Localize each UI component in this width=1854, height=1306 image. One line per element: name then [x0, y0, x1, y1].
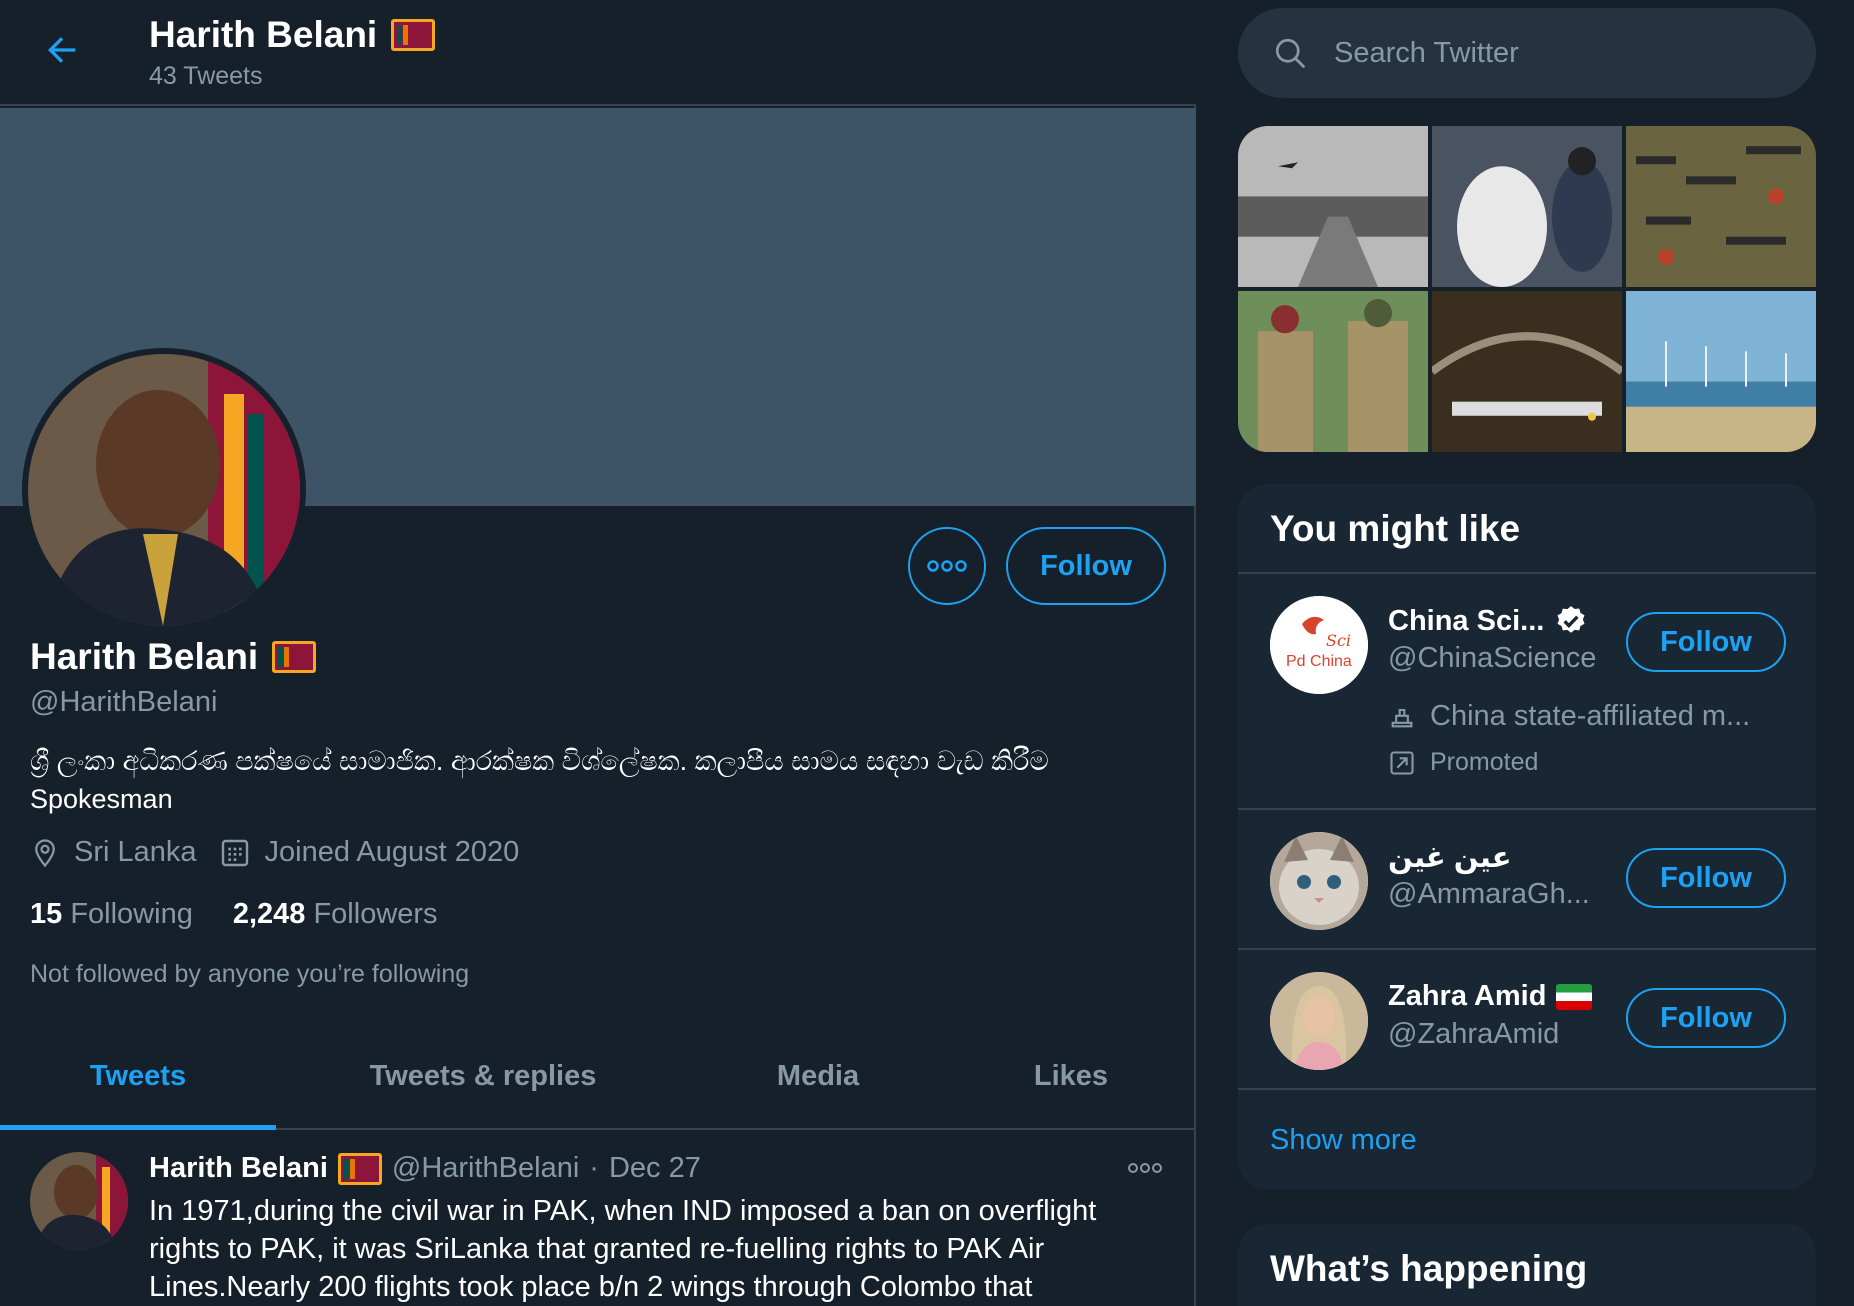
suggestion-name: China Sci...	[1388, 604, 1588, 638]
show-more-link[interactable]: Show more	[1238, 1090, 1816, 1190]
header-name: Harith Belani	[149, 14, 378, 55]
main-column: Harith Belani 43 Tweets Follow Harith Be…	[0, 0, 1196, 1306]
location-pin-icon	[35, 838, 55, 867]
search-icon	[1275, 38, 1305, 68]
podium-icon	[1391, 708, 1413, 727]
verified-badge-icon	[1557, 606, 1585, 633]
bio-line-1: ශ්‍රී ලංකා අධිකරණ පක්ෂයේ සාමාජික. ආරක්ෂක…	[30, 746, 1049, 776]
gallery-photo-4[interactable]	[1238, 291, 1428, 452]
profile-name: Harith Belani	[30, 636, 317, 678]
suggestion-handle: @AmmaraGh...	[1388, 878, 1590, 910]
join-date: Joined August 2020	[219, 836, 520, 869]
gallery-photo-3[interactable]	[1626, 126, 1816, 287]
back-arrow-icon[interactable]	[42, 30, 82, 70]
location: Sri Lanka	[30, 836, 197, 869]
join-date-text: Joined August 2020	[264, 836, 520, 868]
profile-header: Harith Belani 43 Tweets	[0, 0, 1196, 106]
sidebar: Search Twitter You might like Sci Pd Chin…	[1198, 0, 1854, 1306]
suggestion-name-text: Zahra Amid	[1388, 980, 1547, 1012]
tweet-text: In 1971,during the civil war in PAK, whe…	[149, 1195, 1097, 1303]
state-affiliated-label[interactable]: China state-affiliated m...	[1388, 700, 1750, 733]
tweet-count: 43 Tweets	[149, 62, 263, 90]
tweet-separator: ·	[589, 1152, 599, 1184]
tweet[interactable]: Harith Belani @HarithBelani · Dec 27 In …	[0, 1132, 1196, 1306]
following-count: 15	[30, 898, 63, 930]
sri-lanka-flag-icon	[272, 641, 317, 673]
gallery-photo-1[interactable]	[1238, 126, 1428, 287]
following-link[interactable]: 15 Following	[30, 898, 193, 931]
more-options-button[interactable]	[908, 527, 986, 605]
suggestion-follow-button[interactable]: Follow	[1626, 848, 1786, 908]
search-placeholder: Search Twitter	[1334, 36, 1519, 69]
follow-stats: 15 Following 2,248 Followers	[30, 898, 438, 931]
suggestion-name-text: China Sci...	[1388, 604, 1545, 637]
tab-tweets-replies[interactable]: Tweets & replies	[276, 1024, 690, 1128]
tweet-author-handle[interactable]: @HarithBelani	[392, 1152, 579, 1185]
header-title: Harith Belani	[149, 14, 436, 56]
followers-count: 2,248	[232, 898, 306, 930]
suggestion-avatar[interactable]: Sci Pd China	[1270, 596, 1368, 694]
tab-likes[interactable]: Likes	[946, 1024, 1196, 1128]
suggestion-avatar[interactable]	[1270, 972, 1368, 1070]
whats-happening-title: What’s happening	[1270, 1248, 1588, 1289]
suggestion-name: Zahra Amid	[1388, 980, 1593, 1013]
suggestion-name: عين غين	[1388, 840, 1512, 875]
followers-link[interactable]: 2,248 Followers	[233, 898, 438, 931]
iran-flag-icon	[1556, 983, 1593, 1010]
state-affiliated-text: China state-affiliated m...	[1430, 700, 1751, 732]
suggestion-item[interactable]: Sci Pd China China Sci... @ChinaScience F…	[1238, 574, 1816, 810]
tab-media[interactable]: Media	[690, 1024, 946, 1128]
gallery-photo-2[interactable]	[1432, 126, 1622, 287]
sri-lanka-flag-icon	[391, 19, 436, 51]
tweet-header: Harith Belani @HarithBelani · Dec 27	[149, 1152, 701, 1185]
promoted-text: Promoted	[1430, 748, 1539, 776]
promoted-label: Promoted	[1388, 748, 1538, 777]
gallery-photo-6[interactable]	[1626, 291, 1816, 452]
gallery-photo-5[interactable]	[1432, 291, 1622, 452]
avatar-pdchina-text: Pd China	[1286, 653, 1352, 670]
profile-handle: @HarithBelani	[30, 686, 218, 718]
you-might-like-title: You might like	[1238, 484, 1816, 574]
whats-happening-card: What’s happening	[1238, 1224, 1816, 1306]
search-box[interactable]: Search Twitter	[1238, 8, 1816, 98]
suggestion-handle: @ZahraAmid	[1388, 1018, 1560, 1050]
suggestion-handle: @ChinaScience	[1388, 642, 1597, 674]
tweet-more-icon[interactable]	[1128, 1162, 1162, 1174]
profile-avatar[interactable]	[22, 348, 306, 632]
suggestion-avatar[interactable]	[1270, 832, 1368, 930]
profile-tabs: Tweets Tweets & replies Media Likes	[0, 1024, 1196, 1130]
tweet-author-name[interactable]: Harith Belani	[149, 1152, 328, 1185]
bio-line-2: Spokesman	[30, 784, 173, 814]
tab-tweets[interactable]: Tweets	[0, 1024, 276, 1130]
avatar-sci-text: Sci	[1326, 631, 1351, 650]
profile-name-text: Harith Belani	[30, 636, 259, 677]
calendar-icon	[221, 839, 248, 866]
sri-lanka-flag-icon	[337, 1152, 382, 1185]
following-label: Following	[70, 898, 193, 930]
media-gallery	[1238, 126, 1816, 452]
tweet-avatar[interactable]	[30, 1152, 128, 1250]
promoted-icon	[1390, 750, 1414, 775]
more-dots-icon	[927, 560, 967, 572]
location-text: Sri Lanka	[74, 836, 197, 868]
tweet-date[interactable]: Dec 27	[609, 1152, 701, 1185]
followers-label: Followers	[313, 898, 438, 930]
profile-bio: ශ්‍රී ලංකා අධිකරණ පක්ෂයේ සාමාජික. ආරක්ෂක…	[30, 742, 1160, 818]
you-might-like-card: You might like Sci Pd China China Sci... …	[1238, 484, 1816, 1190]
suggestion-item[interactable]: عين غين @AmmaraGh... Follow	[1238, 810, 1816, 950]
suggestion-follow-button[interactable]: Follow	[1626, 988, 1786, 1048]
suggestion-name-text: عين غين	[1388, 842, 1512, 874]
follow-button[interactable]: Follow	[1006, 527, 1166, 605]
not-followed-note: Not followed by anyone you’re following	[30, 960, 470, 988]
suggestion-item[interactable]: Zahra Amid @ZahraAmid Follow	[1238, 950, 1816, 1090]
profile-meta: Sri Lanka Joined August 2020	[30, 836, 541, 869]
suggestion-follow-button[interactable]: Follow	[1626, 612, 1786, 672]
